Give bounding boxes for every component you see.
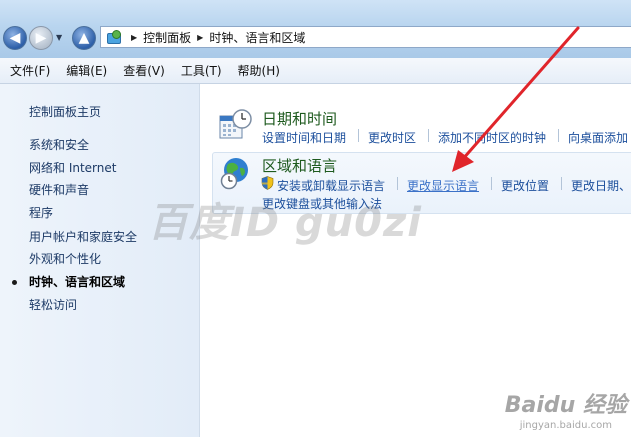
calendar-clock-icon[interactable] [218, 108, 252, 142]
main-content: 日期和时间 设置时间和日期 更改时区 添加不同时区的时钟 向桌面添加 区域和语言… [200, 84, 631, 437]
forward-arrow-icon: ▶ [35, 30, 47, 46]
sidebar: 控制面板主页 系统和安全 网络和 Internet 硬件和声音 程序 用户帐户和… [0, 84, 200, 437]
menu-bar: 文件(F) 编辑(E) 查看(V) 工具(T) 帮助(H) [0, 58, 631, 84]
menu-view[interactable]: 查看(V) [115, 62, 173, 79]
sidebar-item-ease-of-access[interactable]: 轻松访问 [29, 296, 77, 313]
task-divider [397, 177, 398, 190]
globe-clock-icon[interactable] [218, 156, 252, 190]
sidebar-item-programs[interactable]: 程序 [29, 204, 53, 221]
task-divider [491, 177, 492, 190]
datetime-title[interactable]: 日期和时间 [262, 108, 337, 129]
breadcrumb-chevron-icon[interactable]: ▶ [131, 33, 137, 42]
region-language-title[interactable]: 区域和语言 [262, 155, 337, 176]
baidu-logo-text: Baidu 经验 [504, 393, 627, 418]
sidebar-item-control-panel-home[interactable]: 控制面板主页 [29, 103, 101, 120]
control-panel-icon [107, 30, 121, 44]
menu-file[interactable]: 文件(F) [0, 62, 58, 79]
task-divider [561, 177, 562, 190]
change-location-link[interactable]: 更改位置 [501, 177, 549, 194]
sidebar-item-hardware-sound[interactable]: 硬件和声音 [29, 181, 89, 198]
forward-button[interactable]: ▶ [29, 26, 53, 50]
current-item-bullet-icon [12, 280, 17, 285]
set-time-date-link[interactable]: 设置时间和日期 [262, 129, 346, 146]
breadcrumb-clock-language-region[interactable]: 时钟、语言和区域 [209, 29, 305, 46]
breadcrumb-control-panel[interactable]: 控制面板 [143, 29, 191, 46]
menu-edit[interactable]: 编辑(E) [58, 62, 115, 79]
add-clocks-link[interactable]: 添加不同时区的时钟 [438, 129, 546, 146]
address-bar[interactable]: ▶ 控制面板 ▶ 时钟、语言和区域 [100, 26, 631, 48]
sidebar-item-clock-language-region: 时钟、语言和区域 [29, 275, 126, 289]
address-bar-area: ◀ ▶ ▼ ▲ ▶ 控制面板 ▶ 时钟、语言和区域 [0, 0, 631, 58]
breadcrumb-chevron-icon[interactable]: ▶ [197, 33, 203, 42]
sidebar-item-appearance[interactable]: 外观和个性化 [29, 250, 101, 267]
task-divider [558, 129, 559, 142]
task-divider [358, 129, 359, 142]
up-button[interactable]: ▲ [72, 26, 96, 50]
sidebar-item-user-accounts[interactable]: 用户帐户和家庭安全 [29, 228, 137, 245]
change-timezone-link[interactable]: 更改时区 [368, 129, 416, 146]
uac-shield-icon [261, 176, 274, 190]
menu-help[interactable]: 帮助(H) [230, 62, 288, 79]
sidebar-item-system-security[interactable]: 系统和安全 [29, 136, 89, 153]
baidu-jingyan-logo: Baidu 经验 jingyan.baidu.com [505, 387, 627, 431]
watermark: 百度ID gu0zi [148, 200, 422, 246]
recent-pages-dropdown[interactable]: ▼ [56, 33, 66, 43]
back-arrow-icon: ◀ [9, 30, 21, 46]
change-date-format-link[interactable]: 更改日期、 [571, 177, 631, 194]
add-gadget-link[interactable]: 向桌面添加 [568, 129, 628, 146]
back-button[interactable]: ◀ [3, 26, 27, 50]
baidu-url-text: jingyan.baidu.com [519, 420, 613, 431]
task-divider [428, 129, 429, 142]
up-arrow-icon: ▲ [78, 30, 90, 46]
menu-tools[interactable]: 工具(T) [173, 62, 230, 79]
sidebar-item-network-internet[interactable]: 网络和 Internet [29, 159, 116, 176]
